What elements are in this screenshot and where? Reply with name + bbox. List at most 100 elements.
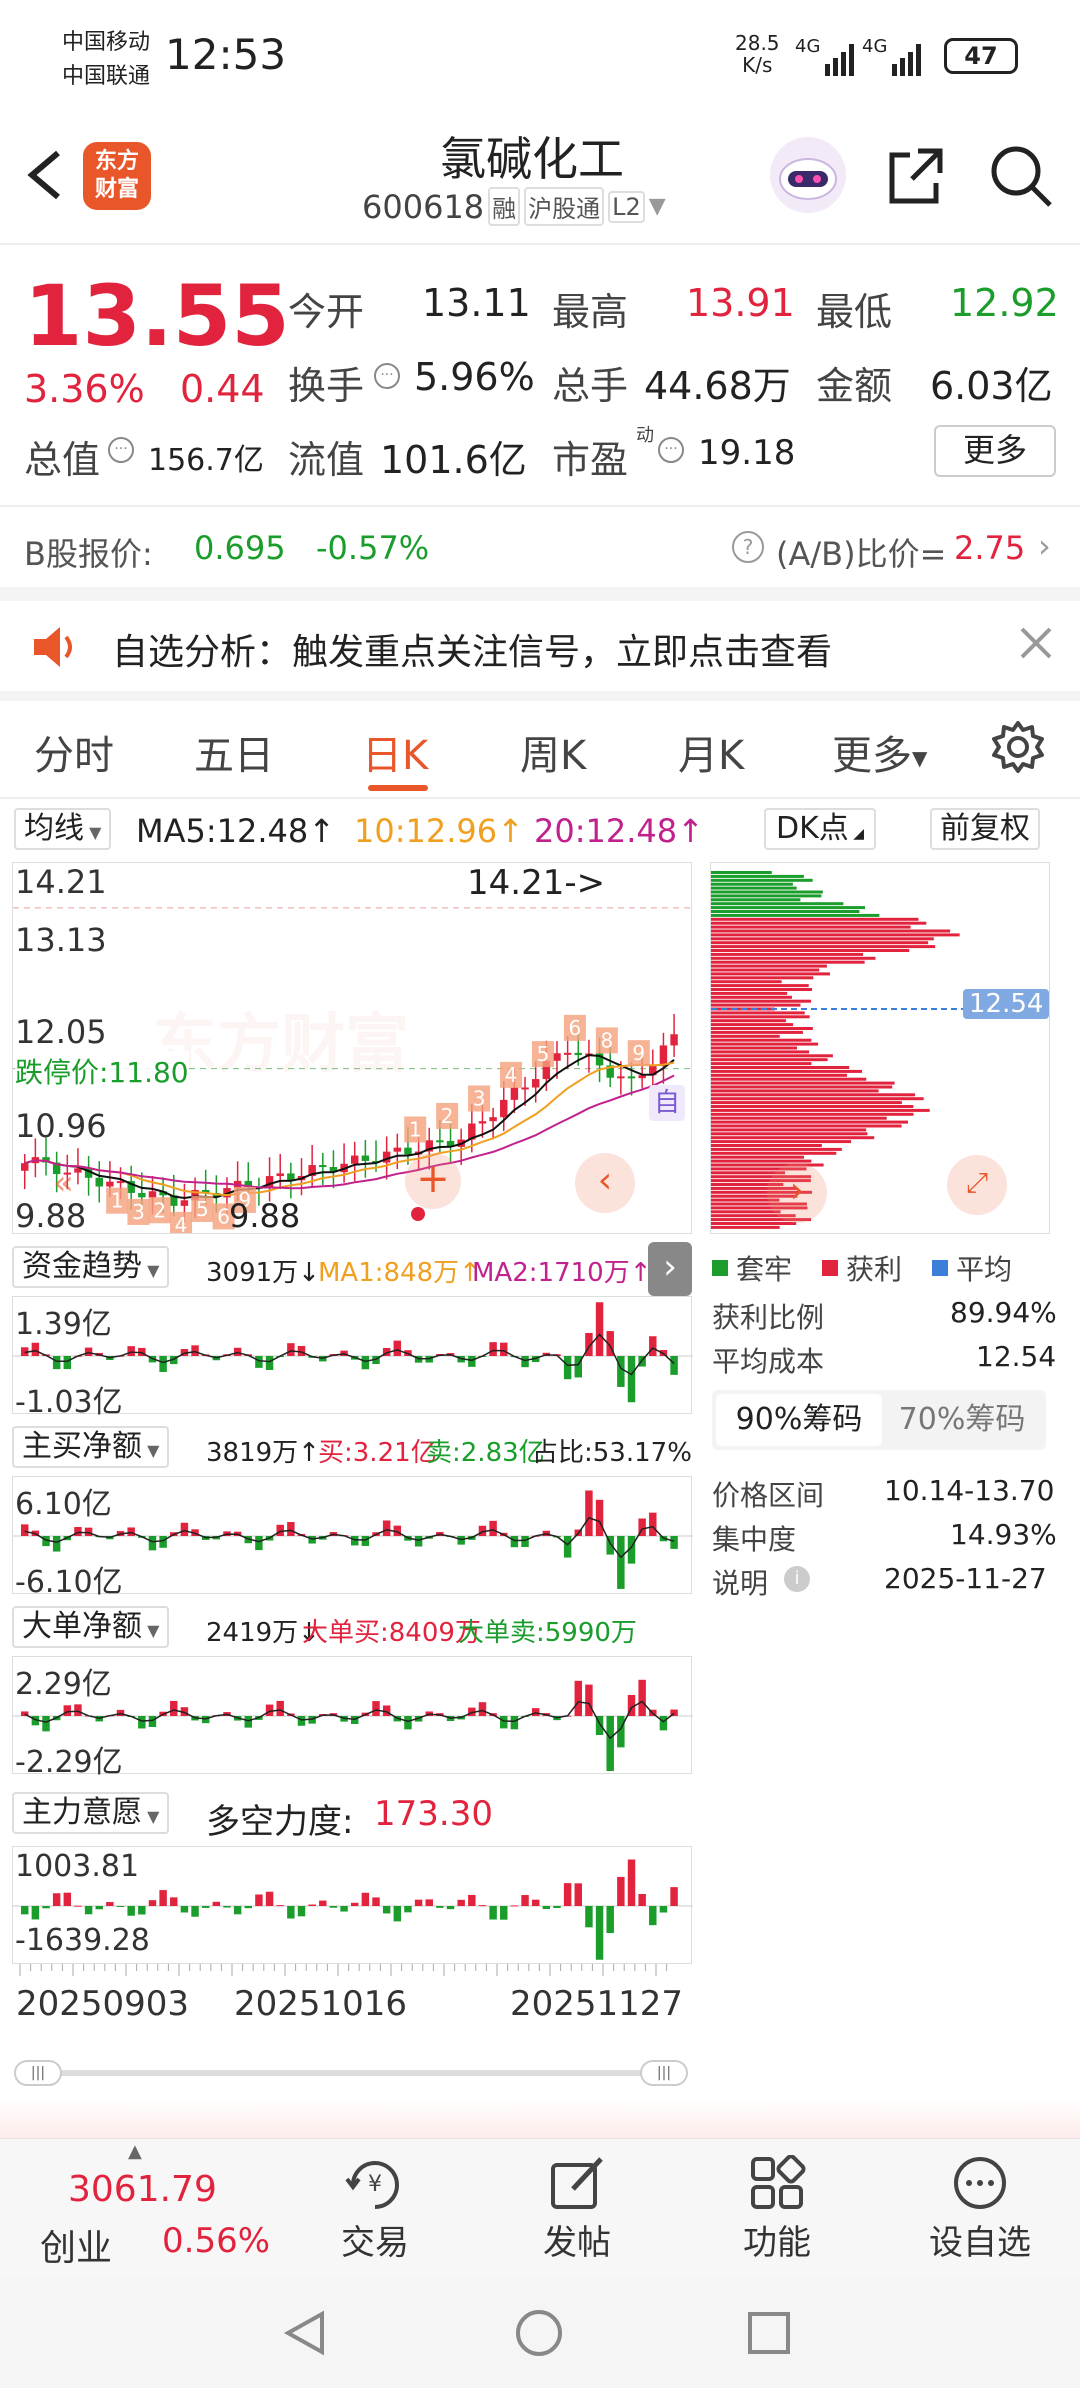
more-button[interactable]: 更多 xyxy=(934,425,1056,477)
close-icon[interactable] xyxy=(1016,623,1056,667)
tab-more[interactable]: 更多▼ xyxy=(832,723,927,781)
kline-chart[interactable]: 东方财富 132456912345689 14.21 13.13 12.05 1… xyxy=(12,862,692,1234)
notice-banner[interactable]: 自选分析：触发重点关注信号，立即点击查看 xyxy=(0,601,1080,691)
flow-bar xyxy=(659,1906,668,1913)
flow-bar xyxy=(233,1347,242,1356)
function-button[interactable]: 功能 xyxy=(722,2154,832,2275)
tab-chip-70[interactable]: 70%筹码 xyxy=(882,1394,1042,1446)
info-icon[interactable]: ··· xyxy=(108,437,134,463)
tab-monthly-k[interactable]: 月K xyxy=(678,723,744,781)
flow-bar xyxy=(138,1906,146,1915)
slider-handle-right[interactable]: ||| xyxy=(640,2060,688,2086)
prev-icon[interactable]: ‹ xyxy=(575,1153,635,1213)
flow-bar xyxy=(52,1356,61,1370)
flow-bar xyxy=(63,1705,72,1716)
avg-cost-value: 12.54 xyxy=(976,1340,1057,1373)
bshare-pct: -0.57% xyxy=(316,529,430,567)
flow-bar xyxy=(95,1906,103,1910)
expand-panel-icon[interactable]: › xyxy=(648,1242,692,1296)
scroll-left-icon[interactable]: « xyxy=(53,1163,74,1203)
ma-mode-select[interactable]: 均线 ▼ xyxy=(14,808,112,850)
chip-bar xyxy=(711,878,813,882)
slider-handle-left[interactable]: ||| xyxy=(14,2060,62,2086)
intent-select[interactable]: 主力意愿 ▼ xyxy=(12,1792,170,1834)
chip-bar xyxy=(711,960,865,964)
net-speed-unit: K/s xyxy=(742,53,773,77)
help-icon[interactable]: ? xyxy=(732,531,764,563)
flow-bar xyxy=(468,1356,476,1367)
flow-bar xyxy=(74,1526,82,1536)
main-net-value: 3819万↑ xyxy=(206,1438,320,1468)
crosshair-add-icon[interactable]: + xyxy=(405,1153,461,1209)
flow-bar xyxy=(265,1704,274,1716)
tab-daily-k[interactable]: 日K xyxy=(362,723,428,781)
nav-home-icon[interactable] xyxy=(514,2308,564,2362)
robot-icon[interactable] xyxy=(770,137,846,213)
nav-recent-icon[interactable] xyxy=(744,2308,794,2362)
main-net-label: 主买净额 xyxy=(22,1429,142,1464)
dk-marker-label: 4 xyxy=(175,1213,188,1234)
chip-bar xyxy=(711,1108,930,1112)
fund-trend-select[interactable]: 资金趋势 ▼ xyxy=(12,1246,170,1288)
chip-bar xyxy=(711,1027,813,1030)
main-net-buy: 买:3.21亿 xyxy=(318,1438,437,1468)
flow-bar xyxy=(649,1906,657,1926)
chip-chart[interactable]: 12.54 › ⤢ xyxy=(710,862,1050,1234)
intent-power-label: 多空力度: xyxy=(206,1802,354,1842)
index-ticker[interactable]: ▲ 3061.79 创业 0.56% xyxy=(0,2139,300,2279)
search-icon[interactable] xyxy=(988,143,1054,209)
chevron-down-icon[interactable]: ▼ xyxy=(649,194,666,219)
dk-marker-label: 9 xyxy=(632,1041,645,1065)
tab-five-day[interactable]: 五日 xyxy=(194,723,274,781)
chip-bar xyxy=(711,1093,916,1097)
nav-back-icon[interactable] xyxy=(280,2308,330,2362)
trade-icon: ¥ xyxy=(345,2161,399,2209)
main-net-select[interactable]: 主买净额 ▼ xyxy=(12,1426,170,1468)
back-icon[interactable] xyxy=(20,145,70,205)
stock-name: 氯碱化工 xyxy=(440,132,624,186)
tab-chip-90[interactable]: 90%筹码 xyxy=(716,1394,882,1446)
app-logo[interactable]: 东方 财富 xyxy=(83,142,151,210)
adjust-select[interactable]: 前复权 xyxy=(930,808,1040,850)
candle-body xyxy=(393,1147,402,1152)
add-watchlist-button[interactable]: 设自选 xyxy=(920,2155,1040,2275)
ab-ratio: 2.75 xyxy=(954,529,1026,567)
info-icon[interactable]: ··· xyxy=(374,363,400,389)
chip-bar xyxy=(711,1155,804,1159)
tab-intraday[interactable]: 分时 xyxy=(34,723,114,781)
tab-weekly-k[interactable]: 周K xyxy=(520,723,586,781)
share-icon[interactable] xyxy=(884,145,948,209)
chip-next-icon[interactable]: › xyxy=(767,1163,827,1223)
chip-bar xyxy=(711,902,844,906)
flow-bar xyxy=(308,1904,316,1906)
info-icon[interactable]: i xyxy=(784,1566,810,1592)
chip-bar xyxy=(711,945,936,949)
chip-bar xyxy=(711,1085,893,1089)
bshare-row[interactable]: B股报价: 0.695 -0.57% ? (A/B)比价= 2.75 › xyxy=(0,507,1080,587)
dk-marker-label: 1 xyxy=(409,1117,422,1141)
flow-bar xyxy=(52,1893,61,1906)
flow-bar xyxy=(265,1356,274,1370)
expand-icon[interactable]: ⤢ xyxy=(947,1155,1007,1215)
ab-ratio-label: (A/B)比价= xyxy=(776,535,947,573)
chip-bar xyxy=(711,1054,833,1058)
flow-bar xyxy=(191,1345,199,1356)
candle-body xyxy=(627,1076,636,1079)
chip-bar xyxy=(711,1058,828,1062)
flow-bar xyxy=(446,1906,455,1910)
big-net-select[interactable]: 大单净额 ▼ xyxy=(12,1606,170,1648)
big-net-label: 大单净额 xyxy=(22,1609,142,1644)
flow-bar xyxy=(21,1524,29,1536)
range-slider[interactable]: ||| ||| xyxy=(14,2060,690,2086)
candle-body xyxy=(106,1181,114,1187)
info-icon[interactable]: ··· xyxy=(658,437,684,463)
signal-icon-1: 4G xyxy=(795,36,855,76)
candle-body xyxy=(510,1087,519,1100)
gear-icon[interactable] xyxy=(990,719,1046,779)
dk-point-select[interactable]: DK点 ◢ xyxy=(764,808,876,850)
intent-label: 主力意愿 xyxy=(22,1795,142,1830)
post-button[interactable]: 发帖 xyxy=(522,2155,632,2275)
trade-button[interactable]: ¥ 交易 xyxy=(320,2155,430,2275)
flow-bar xyxy=(106,1902,114,1906)
quote-panel: 13.55 3.36% 0.44 今开 13.11 最高 13.91 最低 12… xyxy=(0,245,1080,505)
